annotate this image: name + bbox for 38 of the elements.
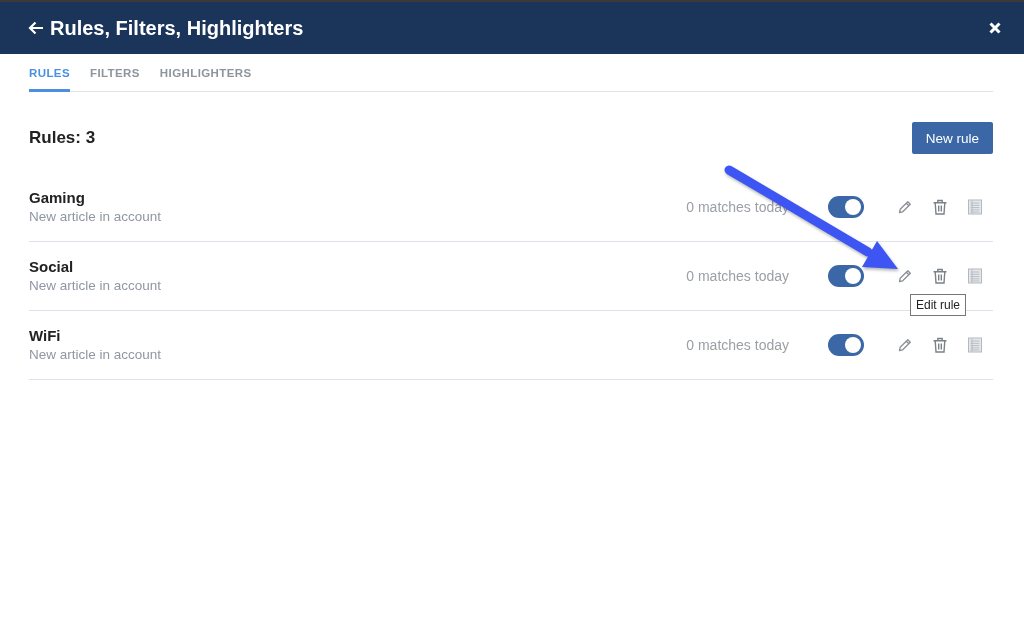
- rule-description: New article in account: [29, 278, 162, 294]
- window-title: Rules, Filters, Highlighters: [50, 16, 304, 40]
- list-icon: [967, 199, 983, 215]
- log-button[interactable]: [967, 268, 983, 284]
- rules-count-heading: Rules: 3: [29, 128, 96, 148]
- edit-button[interactable]: [897, 337, 913, 353]
- rule-description: New article in account: [29, 347, 162, 363]
- pencil-icon: [897, 199, 913, 215]
- list-icon: [967, 268, 983, 284]
- tooltip: Edit rule: [910, 294, 967, 316]
- toggle-switch[interactable]: [828, 334, 864, 356]
- new-rule-button[interactable]: New rule: [911, 122, 993, 154]
- delete-button[interactable]: [932, 199, 948, 215]
- delete-button[interactable]: [932, 268, 948, 284]
- trash-icon: [932, 268, 948, 284]
- rule-description: New article in account: [29, 209, 162, 225]
- close-icon[interactable]: [989, 22, 1001, 34]
- rule-name: WiFi: [29, 327, 61, 345]
- pencil-icon: [897, 337, 913, 353]
- tab[interactable]: HIGHLIGHTERS: [159, 54, 252, 92]
- rule-name: Gaming: [29, 189, 85, 207]
- trash-icon: [932, 337, 948, 353]
- trash-icon: [932, 199, 948, 215]
- edit-button[interactable]: [897, 199, 913, 215]
- matches-count: 0 matches today: [686, 268, 789, 284]
- tab[interactable]: RULES: [29, 54, 70, 92]
- toggle-switch[interactable]: [828, 265, 864, 287]
- back-arrow-icon[interactable]: [28, 21, 44, 35]
- toggle-switch[interactable]: [828, 196, 864, 218]
- rule-name: Social: [29, 258, 74, 276]
- tab[interactable]: FILTERS: [90, 54, 140, 92]
- delete-button[interactable]: [932, 337, 948, 353]
- log-button[interactable]: [967, 337, 983, 353]
- matches-count: 0 matches today: [686, 337, 789, 353]
- list-icon: [967, 337, 983, 353]
- log-button[interactable]: [967, 199, 983, 215]
- edit-button[interactable]: [897, 268, 913, 284]
- pencil-icon: [897, 268, 913, 284]
